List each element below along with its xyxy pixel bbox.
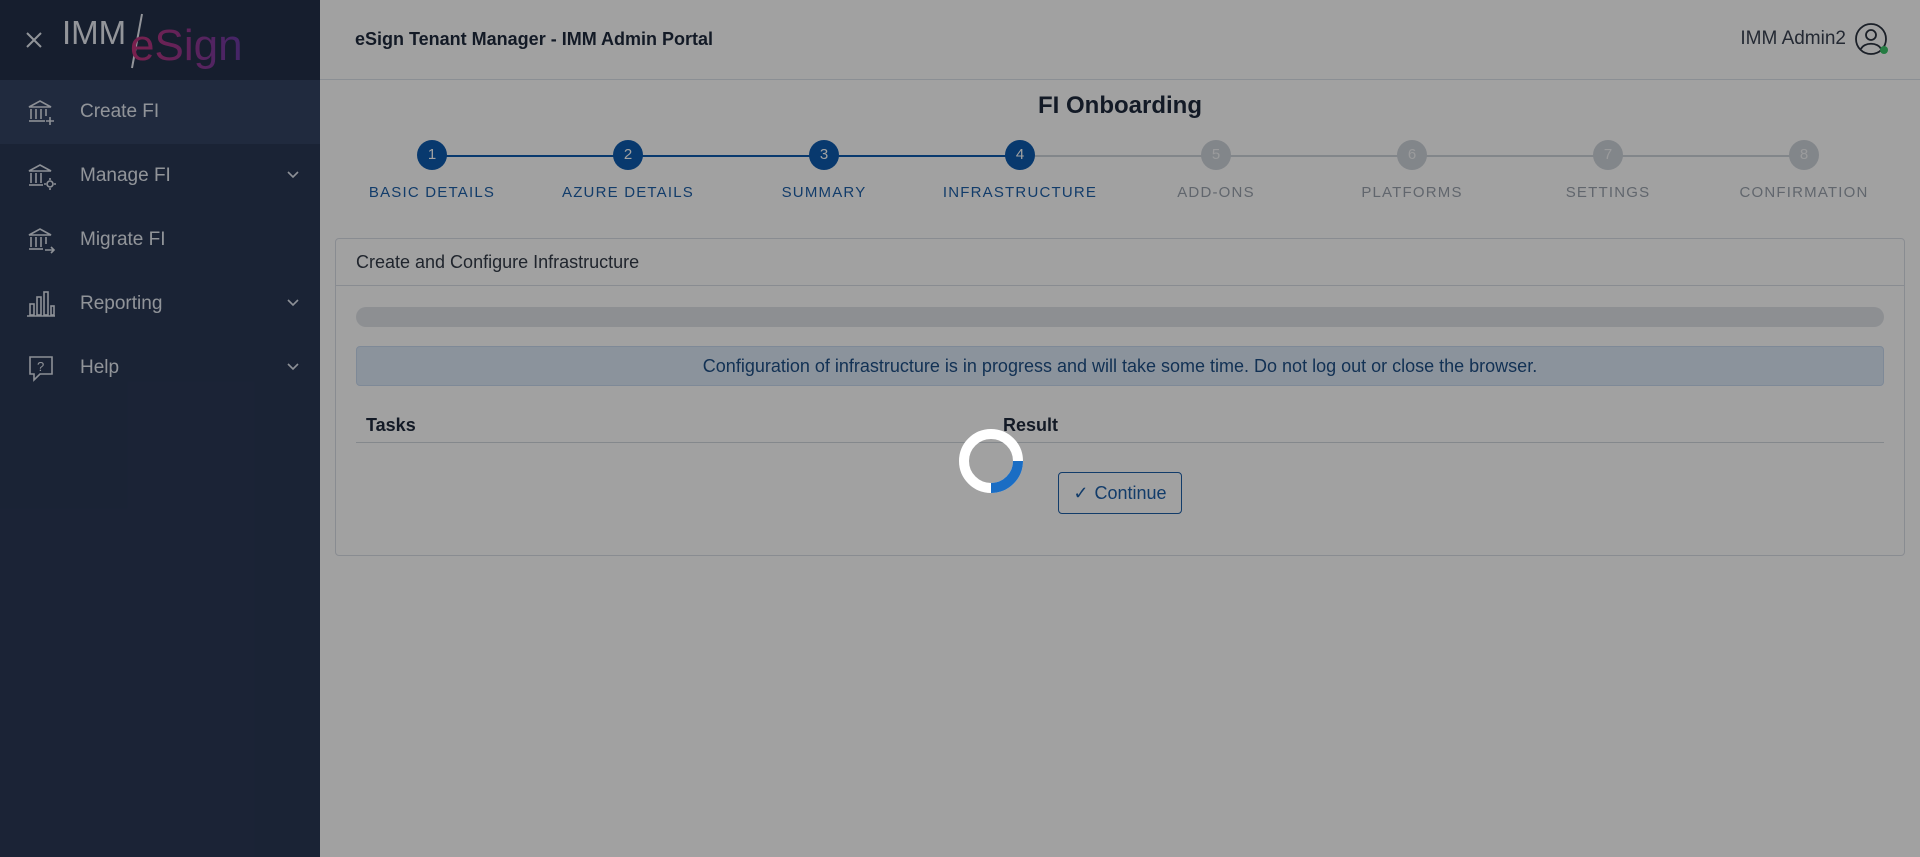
loading-overlay [0, 0, 1920, 857]
loading-spinner-icon [959, 429, 1023, 493]
